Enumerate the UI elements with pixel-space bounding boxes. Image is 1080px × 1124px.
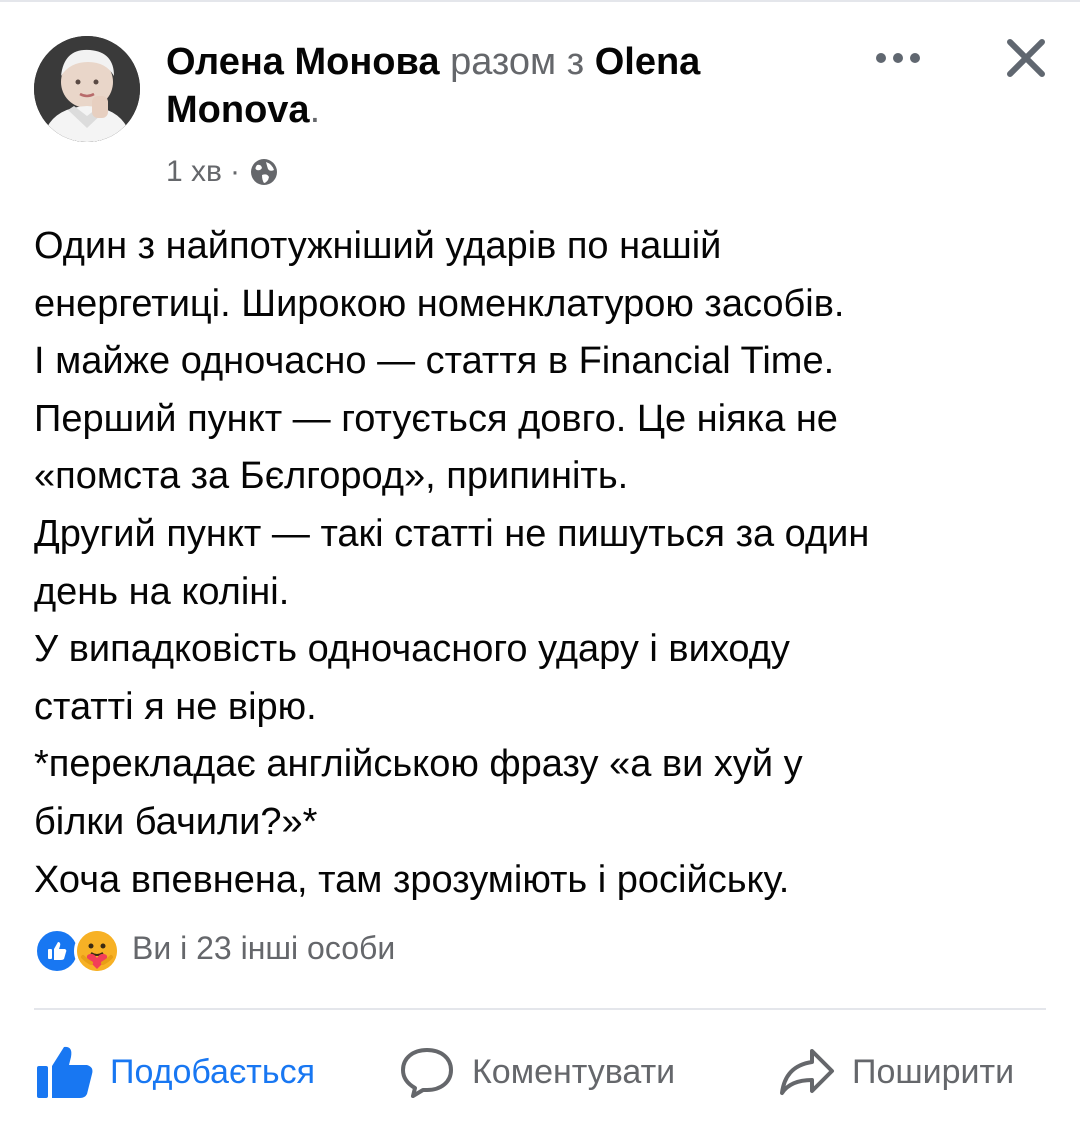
post-line: день на коліні.	[34, 570, 290, 613]
reaction-icons	[34, 924, 126, 974]
care-icon	[74, 928, 120, 974]
post-text: Один з найпотужніший ударів по нашій ене…	[34, 218, 1044, 909]
post-line: У випадковість одночасного удару і виход…	[34, 628, 790, 671]
top-divider	[0, 0, 1080, 2]
meta-separator: ·	[229, 155, 240, 188]
like-button[interactable]: Подобається	[34, 1034, 315, 1110]
like-label: Подобається	[110, 1052, 315, 1091]
share-label: Поширити	[852, 1052, 1015, 1091]
post-header: Олена Монова разом з Olena Monova.	[166, 38, 806, 134]
post-line: Один з найпотужніший ударів по нашій	[34, 225, 722, 267]
more-dots-icon	[876, 53, 920, 63]
post-line: *перекладає англійською фразу «а ви хуй …	[34, 743, 803, 786]
share-icon	[776, 1041, 838, 1103]
post-line: І майже одночасно — стаття в Financial T…	[34, 340, 835, 383]
post-line: енергетиці. Широкою номенклатурою засобі…	[34, 282, 845, 325]
comment-icon	[396, 1041, 458, 1103]
comment-button[interactable]: Коментувати	[396, 1034, 675, 1110]
post-line: статті я не вірю.	[34, 685, 317, 728]
post-line: «помста за Бєлгород», припиніть.	[34, 455, 629, 498]
reactions-summary[interactable]: Ви і 23 інші особи	[34, 920, 395, 976]
post-line: білки бачили?»*	[34, 800, 318, 843]
more-options-button[interactable]	[870, 38, 926, 78]
thumbs-up-icon	[34, 1041, 96, 1103]
author-name[interactable]: Олена Монова	[166, 41, 440, 83]
post-line: Хоча впевнена, там зрозуміють і російськ…	[34, 858, 790, 901]
post-actions-bar: Подобається Коментувати Поширити	[0, 1034, 1080, 1110]
close-button[interactable]	[1000, 32, 1052, 84]
close-icon	[1007, 39, 1045, 77]
avatar[interactable]	[34, 36, 140, 142]
reactions-count-text[interactable]: Ви і 23 інші особи	[132, 930, 395, 967]
with-text: разом з	[450, 41, 585, 83]
comment-label: Коментувати	[472, 1052, 676, 1091]
share-button[interactable]: Поширити	[776, 1034, 1014, 1110]
post-time[interactable]: 1 хв	[166, 155, 222, 189]
post-meta: 1 хв ·	[166, 150, 280, 194]
header-period: .	[309, 89, 321, 131]
post-line: Другий пункт — такі статті не пишуться з…	[34, 512, 870, 555]
post-line: Перший пункт — готується довго. Це ніяка…	[34, 397, 838, 440]
actions-divider	[34, 1008, 1046, 1010]
globe-icon[interactable]	[248, 156, 280, 188]
